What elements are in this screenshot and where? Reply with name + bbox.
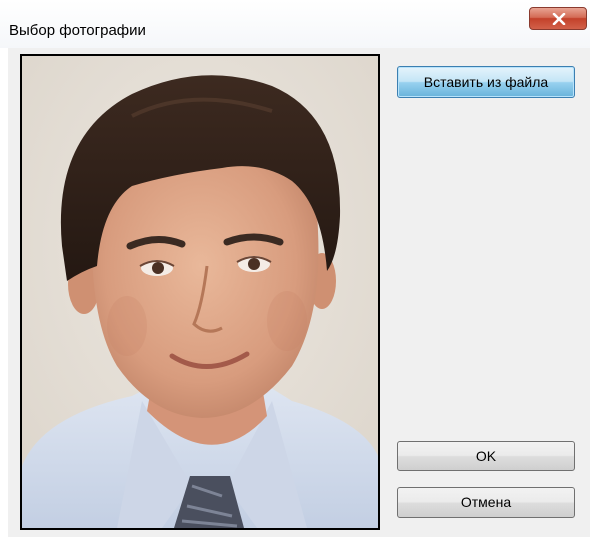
window-left-edge xyxy=(0,48,8,537)
photo-preview xyxy=(20,54,380,530)
ok-button[interactable]: OK xyxy=(397,441,575,471)
close-icon xyxy=(552,13,566,25)
photo-select-dialog: Выбор фотографии Вставить из файла OK От… xyxy=(0,0,590,537)
window-title: Выбор фотографии xyxy=(9,22,146,39)
close-button[interactable] xyxy=(529,7,587,30)
person-photo xyxy=(22,56,378,528)
insert-from-file-button[interactable]: Вставить из файла xyxy=(397,66,575,98)
title-bar: Выбор фотографии xyxy=(0,0,590,48)
cancel-button[interactable]: Отмена xyxy=(397,487,575,518)
